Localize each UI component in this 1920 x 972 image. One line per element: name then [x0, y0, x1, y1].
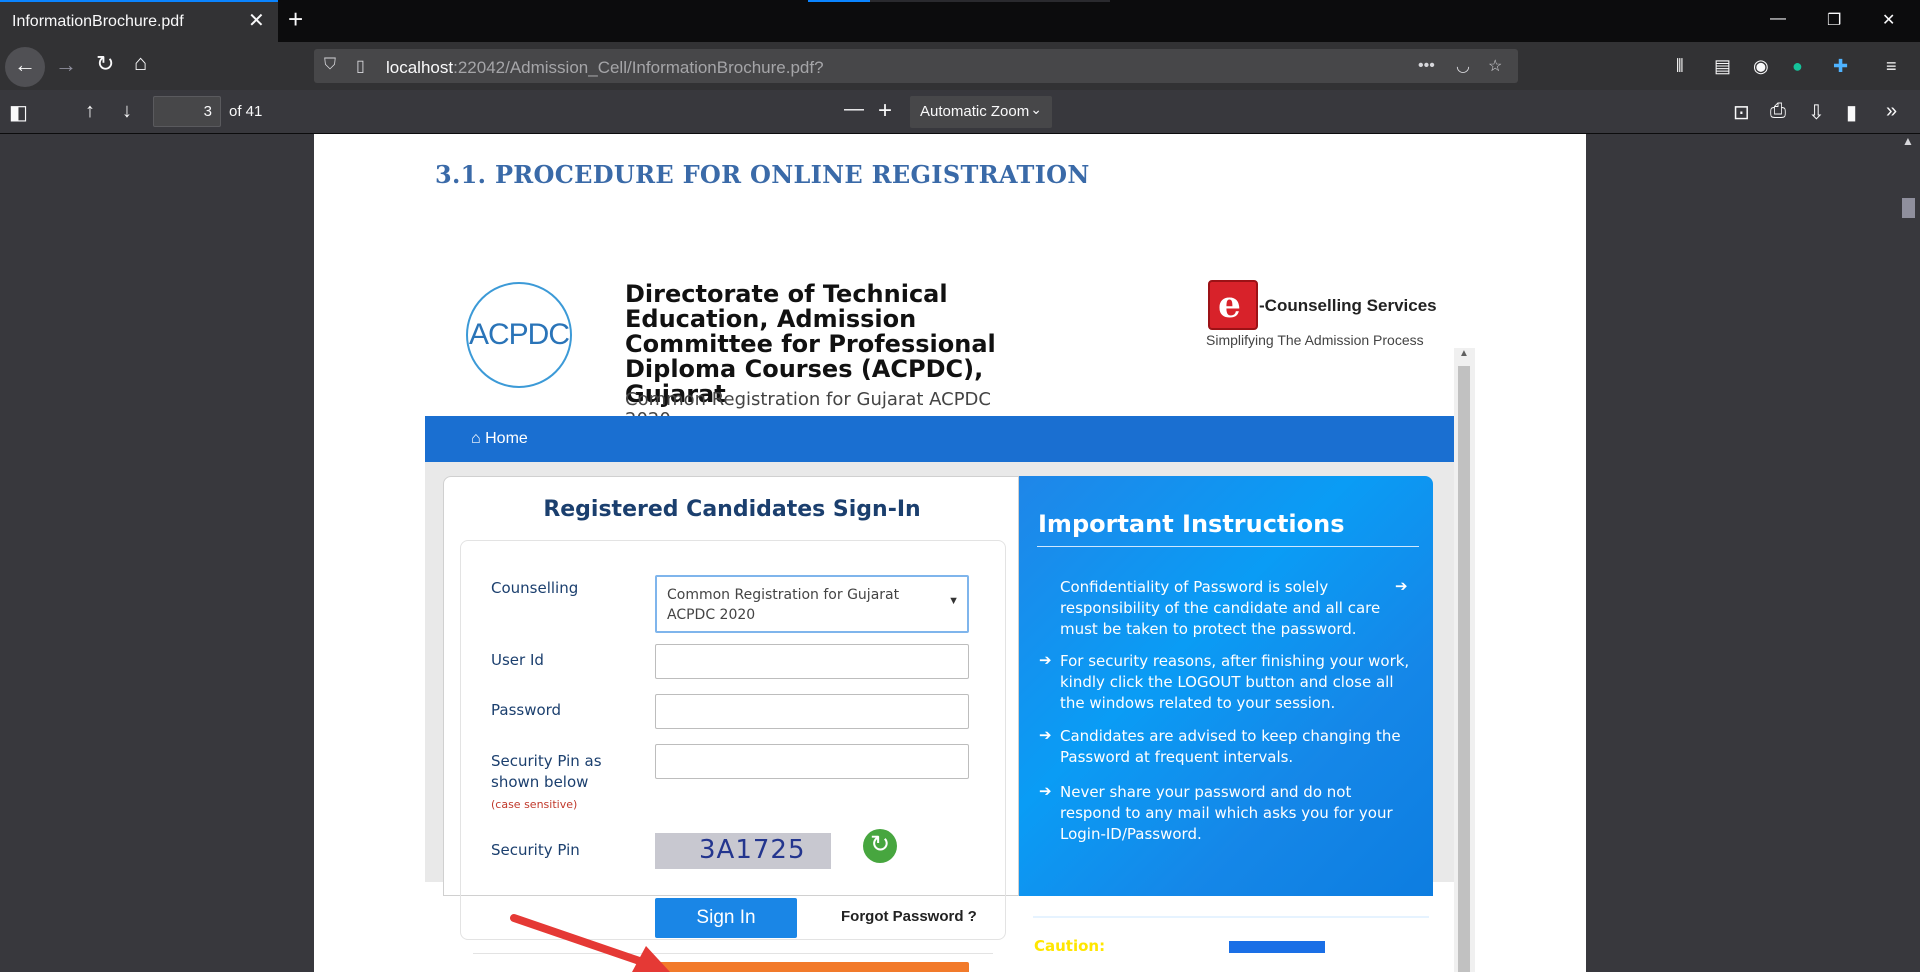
window-close-icon[interactable]: ✕ [1882, 10, 1895, 30]
scroll-thumb[interactable] [1902, 198, 1915, 218]
print-icon[interactable]: ⎙ [1770, 100, 1786, 123]
zoom-value: Automatic Zoom [920, 103, 1030, 120]
toggle-sidebar-icon[interactable]: ◧ [9, 100, 28, 125]
page-actions-icon[interactable]: ••• [1418, 57, 1435, 75]
extension-icon[interactable]: ◉ [1753, 56, 1769, 77]
nav-bar: ← → ↻ ⌂ ⛉ ▯ localhost:22042/Admission_Ce… [0, 42, 1920, 90]
indicator-line [808, 0, 870, 2]
viewer-scrollbar[interactable]: ▲ [1896, 134, 1920, 972]
chevron-down-icon: ⌄ [1030, 101, 1042, 117]
pocket-icon[interactable]: ◡ [1456, 56, 1470, 76]
tab-active[interactable]: InformationBrochure.pdf ✕ [0, 0, 278, 42]
url-bar[interactable]: ⛉ ▯ localhost:22042/Admission_Cell/Infor… [314, 49, 1518, 83]
annotation-arrow [510, 914, 670, 972]
tab-bar: InformationBrochure.pdf ✕ + — ❐ ✕ [0, 0, 1920, 42]
page-number-input[interactable]: 3 [153, 96, 221, 127]
restore-icon[interactable]: ❐ [1827, 10, 1841, 30]
annotation-arrow-shaft [510, 914, 658, 970]
home-icon[interactable]: ⌂ [134, 52, 147, 74]
forward-icon[interactable]: → [55, 54, 77, 76]
close-tab-icon[interactable]: ✕ [248, 11, 265, 31]
reload-icon[interactable]: ↻ [96, 53, 114, 75]
zoom-select[interactable]: Automatic Zoom ⌄ [910, 96, 1052, 128]
library-icon[interactable]: ⫴ [1676, 56, 1684, 77]
pdf-toolbar: ◧ ↑ ↓ 3 of 41 — + Automatic Zoom ⌄ ⊡ ⎙ ⇩… [0, 90, 1920, 134]
tools-icon[interactable]: » [1886, 100, 1897, 123]
zoom-out-icon[interactable]: — [844, 98, 864, 121]
next-page-icon[interactable]: ↓ [122, 100, 132, 123]
new-tab-button[interactable]: + [288, 6, 303, 32]
pdf-page: 3.1. PROCEDURE FOR ONLINE REGISTRATION ▲… [314, 134, 1586, 972]
scroll-up-icon[interactable]: ▲ [1902, 134, 1914, 148]
indicator-line-dim [870, 0, 1110, 2]
extension-plus-icon[interactable]: ✚ [1833, 56, 1848, 77]
zoom-in-icon[interactable]: + [878, 97, 892, 125]
page-count: of 41 [229, 103, 263, 120]
shield-icon[interactable]: ⛉ [324, 56, 336, 74]
bookmark-star-icon[interactable]: ☆ [1488, 56, 1502, 76]
back-arrow-icon: ← [14, 52, 36, 77]
tab-title: InformationBrochure.pdf [12, 13, 184, 30]
url-text[interactable]: localhost:22042/Admission_Cell/Informati… [386, 58, 824, 78]
menu-icon[interactable]: ≡ [1886, 56, 1897, 77]
previous-page-icon[interactable]: ↑ [85, 100, 95, 123]
grammarly-icon[interactable]: ● [1792, 56, 1803, 77]
download-icon[interactable]: ⇩ [1808, 100, 1825, 125]
presentation-icon[interactable]: ⊡ [1733, 100, 1750, 125]
page-icon[interactable]: ▯ [356, 56, 365, 76]
minimize-icon[interactable]: — [1770, 10, 1786, 28]
bookmark-icon[interactable]: ▮ [1846, 100, 1857, 125]
sidebar-icon[interactable]: ▤ [1714, 56, 1731, 77]
